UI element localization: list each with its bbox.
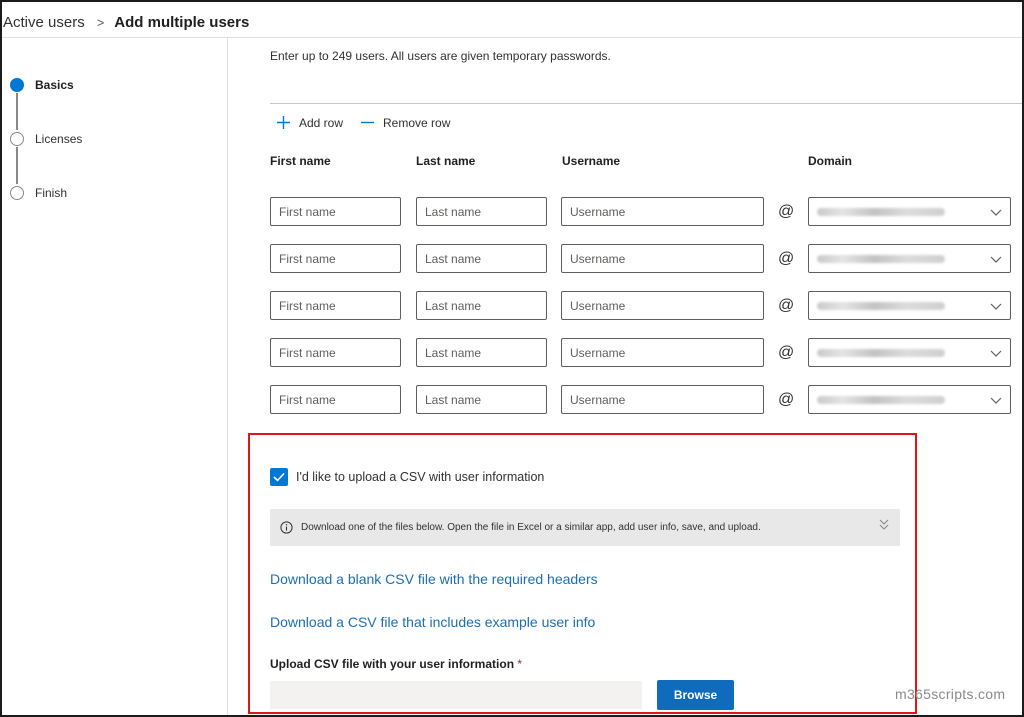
intro-text: Enter up to 249 users. All users are giv… [270, 49, 611, 63]
breadcrumb-active-users-link[interactable]: Active users [3, 14, 85, 31]
download-example-csv-link[interactable]: Download a CSV file that includes exampl… [270, 614, 595, 630]
last-name-input[interactable]: Last name [416, 385, 547, 414]
chevron-down-icon [990, 209, 1002, 216]
upload-csv-label: Upload CSV file with your user informati… [270, 657, 522, 671]
domain-value-redacted [817, 254, 945, 263]
username-input[interactable]: Username [561, 244, 764, 273]
column-header-domain: Domain [808, 154, 853, 168]
last-name-input[interactable]: Last name [416, 338, 547, 367]
remove-row-label: Remove row [383, 115, 451, 130]
column-header-last-name: Last name [416, 154, 476, 168]
username-input[interactable]: Username [561, 385, 764, 414]
upload-csv-checkbox-label: I'd like to upload a CSV with user infor… [296, 470, 545, 484]
domain-dropdown[interactable] [808, 291, 1011, 320]
chevron-down-icon [990, 350, 1002, 357]
at-sign: @ [778, 297, 795, 314]
add-row-label: Add row [299, 115, 344, 130]
info-icon [280, 521, 293, 534]
domain-dropdown[interactable] [808, 197, 1011, 226]
first-name-input[interactable]: First name [270, 244, 401, 273]
breadcrumb: Active users > Add multiple users [3, 12, 249, 32]
page-title: Add multiple users [114, 13, 250, 31]
domain-dropdown[interactable] [808, 385, 1011, 414]
checkbox-checked-icon[interactable] [270, 468, 288, 486]
last-name-input[interactable]: Last name [416, 197, 547, 226]
step-finish[interactable]: Finish [10, 186, 67, 200]
watermark: m365scripts.com [895, 686, 1006, 702]
last-name-input[interactable]: Last name [416, 244, 547, 273]
domain-value-redacted [817, 395, 945, 404]
first-name-input[interactable]: First name [270, 338, 401, 367]
content-divider [270, 103, 1022, 104]
at-sign: @ [778, 391, 795, 408]
domain-value-redacted [817, 348, 945, 357]
step-label: Licenses [35, 132, 83, 146]
at-sign: @ [778, 344, 795, 361]
first-name-input[interactable]: First name [270, 291, 401, 320]
browse-button[interactable]: Browse [657, 680, 734, 710]
minus-icon [361, 121, 374, 124]
domain-value-redacted [817, 207, 945, 216]
header-divider [2, 37, 1022, 38]
step-label: Basics [35, 78, 74, 92]
column-header-first-name: First name [270, 154, 331, 168]
step-dot-icon [10, 186, 24, 200]
username-input[interactable]: Username [561, 197, 764, 226]
double-chevron-down-icon[interactable] [878, 518, 890, 532]
chevron-down-icon [990, 256, 1002, 263]
upload-csv-option[interactable]: I'd like to upload a CSV with user infor… [270, 468, 544, 486]
step-label: Finish [35, 186, 68, 200]
sidebar-divider [227, 38, 228, 715]
remove-row-button[interactable]: Remove row [360, 115, 450, 130]
step-active-dot-icon [10, 78, 24, 92]
step-connector [16, 93, 18, 130]
chevron-right-icon: > [96, 14, 105, 30]
info-message-text: Download one of the files below. Open th… [301, 522, 761, 533]
first-name-input[interactable]: First name [270, 385, 401, 414]
download-blank-csv-link[interactable]: Download a blank CSV file with the requi… [270, 571, 598, 587]
chevron-down-icon [990, 303, 1002, 310]
last-name-input[interactable]: Last name [416, 291, 547, 320]
at-sign: @ [778, 250, 795, 267]
csv-file-path-field[interactable] [270, 681, 642, 709]
username-input[interactable]: Username [561, 338, 764, 367]
at-sign: @ [778, 203, 795, 220]
step-licenses[interactable]: Licenses [10, 132, 82, 146]
username-input[interactable]: Username [561, 291, 764, 320]
step-basics[interactable]: Basics [10, 78, 74, 92]
step-dot-icon [10, 132, 24, 146]
info-message-bar: Download one of the files below. Open th… [270, 509, 900, 546]
column-header-username: Username [562, 154, 621, 168]
upload-csv-label-text: Upload CSV file with your user informati… [270, 657, 515, 671]
first-name-input[interactable]: First name [270, 197, 401, 226]
domain-value-redacted [817, 301, 945, 310]
required-asterisk: * [517, 657, 523, 671]
step-connector [16, 147, 18, 184]
domain-dropdown[interactable] [808, 244, 1011, 273]
chevron-down-icon [990, 397, 1002, 404]
plus-icon [277, 116, 290, 129]
domain-dropdown[interactable] [808, 338, 1011, 367]
add-row-button[interactable]: Add row [276, 115, 343, 130]
